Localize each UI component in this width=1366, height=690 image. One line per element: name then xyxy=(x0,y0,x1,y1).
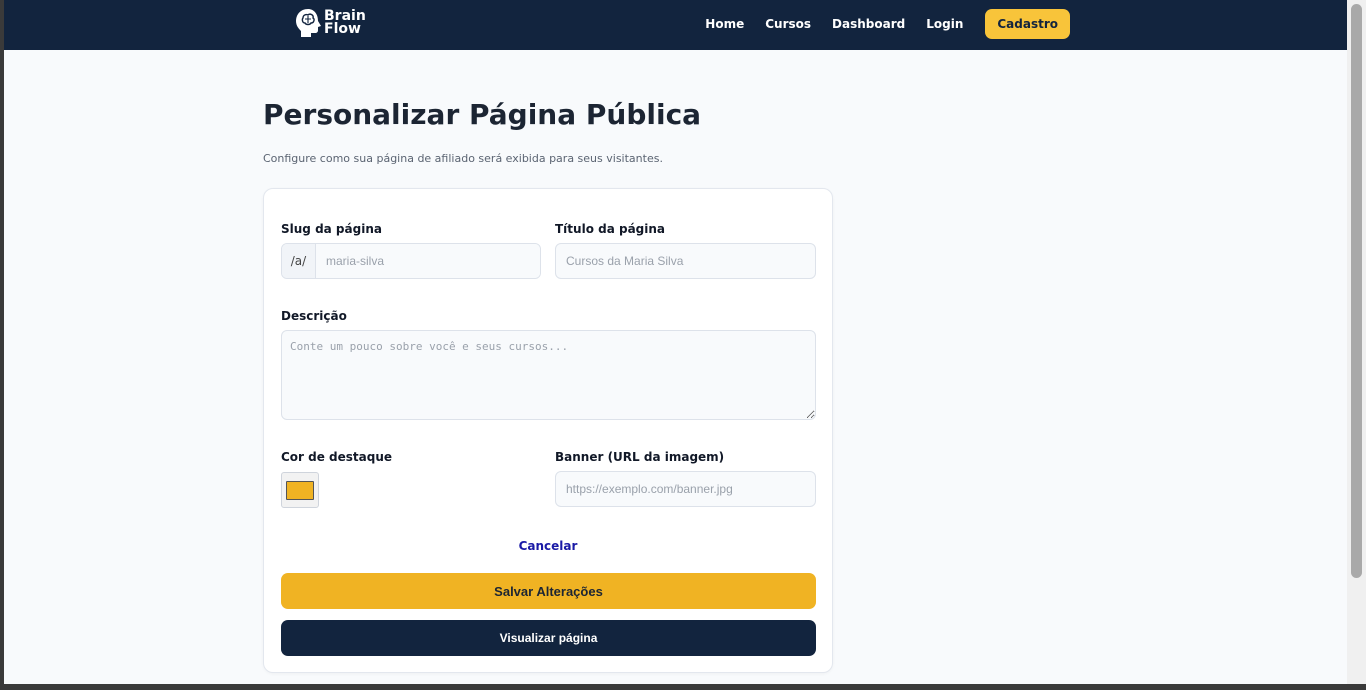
slug-label: Slug da página xyxy=(281,222,382,236)
accent-color-fill xyxy=(286,480,314,500)
nav-link-dashboard[interactable]: Dashboard xyxy=(832,17,905,31)
logo-text: Brain Flow xyxy=(324,9,366,37)
brainflow-logo[interactable]: Brain Flow xyxy=(294,5,366,41)
save-changes-button[interactable]: Salvar Alterações xyxy=(281,573,816,609)
banner-url-input[interactable] xyxy=(555,471,816,507)
slug-prefix: /a/ xyxy=(282,244,316,278)
settings-card: Slug da página /a/ Título da página Desc… xyxy=(263,188,833,673)
page-scrollbar[interactable] xyxy=(1347,0,1366,684)
cancel-link[interactable]: Cancelar xyxy=(264,539,832,553)
brain-head-icon xyxy=(296,9,321,37)
scrollbar-thumb[interactable] xyxy=(1351,4,1362,578)
page-subtitle: Configure como sua página de afiliado se… xyxy=(263,152,663,165)
page-title: Personalizar Página Pública xyxy=(263,98,702,131)
cadastro-button[interactable]: Cadastro xyxy=(985,9,1070,39)
accent-color-picker[interactable] xyxy=(281,472,319,508)
logo-line-2: Flow xyxy=(324,21,361,37)
description-textarea[interactable] xyxy=(281,330,816,420)
banner-label: Banner (URL da imagem) xyxy=(555,450,725,464)
slug-input[interactable] xyxy=(316,244,540,278)
page-title-label: Título da página xyxy=(555,222,666,236)
top-navbar: Brain Flow Home Cursos Dashboard Login C… xyxy=(4,0,1347,50)
browser-viewport: Brain Flow Home Cursos Dashboard Login C… xyxy=(4,0,1347,684)
nav-link-login[interactable]: Login xyxy=(926,17,963,31)
nav-links: Home Cursos Dashboard Login Cadastro xyxy=(684,0,1070,48)
accent-color-label: Cor de destaque xyxy=(281,450,393,464)
slug-input-group: /a/ xyxy=(281,243,541,279)
nav-link-cursos[interactable]: Cursos xyxy=(765,17,811,31)
page-title-input[interactable] xyxy=(555,243,816,279)
nav-link-home[interactable]: Home xyxy=(705,17,744,31)
description-label: Descrição xyxy=(281,309,347,323)
preview-page-button[interactable]: Visualizar página xyxy=(281,620,816,656)
